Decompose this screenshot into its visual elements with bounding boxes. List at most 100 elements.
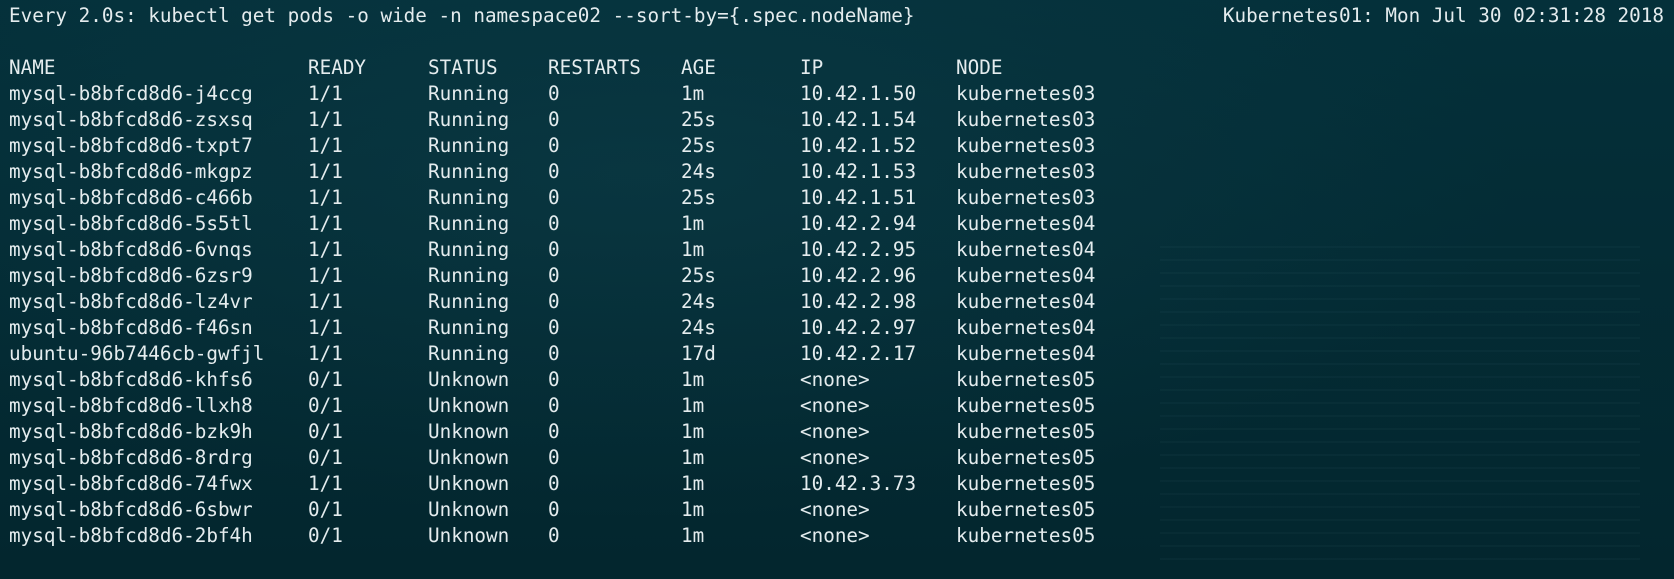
pod-status: Unknown (428, 498, 510, 521)
pod-node: kubernetes05 (956, 394, 1096, 417)
pod-name: mysql-b8bfcd8d6-bzk9h (9, 420, 253, 443)
pod-node: kubernetes03 (956, 186, 1096, 209)
pod-age: 24s (681, 290, 716, 313)
pod-age: 24s (681, 316, 716, 339)
pod-age: 24s (681, 160, 716, 183)
pod-restarts: 0 (548, 472, 560, 495)
pod-status: Running (428, 160, 510, 183)
pod-ready: 0/1 (308, 368, 343, 391)
pod-name: mysql-b8bfcd8d6-mkgpz (9, 160, 253, 183)
pod-ip: <none> (800, 446, 870, 469)
pod-status: Running (428, 316, 510, 339)
pod-restarts: 0 (548, 108, 560, 131)
pod-age: 25s (681, 264, 716, 287)
pod-status: Unknown (428, 420, 510, 443)
pod-restarts: 0 (548, 446, 560, 469)
pod-status: Running (428, 134, 510, 157)
pod-node: kubernetes03 (956, 82, 1096, 105)
pod-ip: 10.42.3.73 (800, 472, 917, 495)
pod-status: Unknown (428, 524, 510, 547)
pod-status: Running (428, 212, 510, 235)
watch-header: Every 2.0s: kubectl get pods -o wide -n … (9, 3, 1664, 29)
pod-restarts: 0 (548, 316, 560, 339)
pod-restarts: 0 (548, 368, 560, 391)
pod-ready: 1/1 (308, 264, 343, 287)
pod-name: mysql-b8bfcd8d6-zsxsq (9, 108, 253, 131)
pod-restarts: 0 (548, 134, 560, 157)
pod-node: kubernetes05 (956, 472, 1096, 495)
pod-restarts: 0 (548, 524, 560, 547)
table-row: mysql-b8bfcd8d6-bzk9h 0/1 Unknown 0 1m <none>… (9, 419, 1095, 445)
table-row: mysql-b8bfcd8d6-5s5tl 1/1 Running 0 1m 10.42.… (9, 211, 1095, 237)
pod-ready: 1/1 (308, 108, 343, 131)
pod-ready: 0/1 (308, 524, 343, 547)
host-timestamp: Kubernetes01: Mon Jul 30 02:31:28 2018 (1222, 4, 1664, 27)
pod-age: 1m (681, 498, 705, 521)
pod-age: 25s (681, 108, 716, 131)
table-row: mysql-b8bfcd8d6-8rdrg 0/1 Unknown 0 1m <none>… (9, 445, 1095, 471)
pod-status: Running (428, 342, 510, 365)
pod-restarts: 0 (548, 82, 560, 105)
pod-status: Unknown (428, 368, 510, 391)
pod-name: mysql-b8bfcd8d6-6zsr9 (9, 264, 253, 287)
pod-status: Running (428, 264, 510, 287)
pod-name: mysql-b8bfcd8d6-8rdrg (9, 446, 253, 469)
pod-name: mysql-b8bfcd8d6-txpt7 (9, 134, 253, 157)
pod-age: 1m (681, 368, 705, 391)
pod-restarts: 0 (548, 498, 560, 521)
pod-node: kubernetes04 (956, 290, 1096, 313)
pod-name: mysql-b8bfcd8d6-c466b (9, 186, 253, 209)
pod-node: kubernetes04 (956, 264, 1096, 287)
table-row: mysql-b8bfcd8d6-mkgpz 1/1 Running 0 24s 10.42… (9, 159, 1095, 185)
pod-name: mysql-b8bfcd8d6-khfs6 (9, 368, 253, 391)
pod-ip: 10.42.1.50 (800, 82, 917, 105)
pod-ip: <none> (800, 394, 870, 417)
pods-table: NAME READY STATUS RESTARTS AGE IP NODE m… (9, 55, 1095, 549)
background-watermark (1160, 240, 1640, 560)
pod-age: 1m (681, 238, 705, 261)
table-row: mysql-b8bfcd8d6-6vnqs 1/1 Running 0 1m 10.42.… (9, 237, 1095, 263)
terminal-window[interactable]: Every 2.0s: kubectl get pods -o wide -n … (0, 0, 1674, 579)
table-row: mysql-b8bfcd8d6-74fwx 1/1 Unknown 0 1m 10.42.… (9, 471, 1095, 497)
pod-status: Unknown (428, 446, 510, 469)
pod-ready: 1/1 (308, 212, 343, 235)
pod-ip: 10.42.2.95 (800, 238, 917, 261)
table-row: mysql-b8bfcd8d6-lz4vr 1/1 Running 0 24s 10.42… (9, 289, 1095, 315)
table-row: mysql-b8bfcd8d6-6sbwr 0/1 Unknown 0 1m <none>… (9, 497, 1095, 523)
pod-restarts: 0 (548, 186, 560, 209)
pod-status: Running (428, 290, 510, 313)
column-header-status: STATUS (428, 56, 498, 79)
pod-name: mysql-b8bfcd8d6-6vnqs (9, 238, 253, 261)
pod-ready: 1/1 (308, 134, 343, 157)
pod-node: kubernetes05 (956, 524, 1096, 547)
pod-age: 25s (681, 186, 716, 209)
column-header-restarts: RESTARTS (548, 56, 641, 79)
pod-ip: 10.42.1.51 (800, 186, 917, 209)
pod-ready: 1/1 (308, 316, 343, 339)
pod-restarts: 0 (548, 212, 560, 235)
table-row: mysql-b8bfcd8d6-j4ccg 1/1 Running 0 1m 10.42.… (9, 81, 1095, 107)
pod-ready: 1/1 (308, 342, 343, 365)
pod-restarts: 0 (548, 238, 560, 261)
pod-node: kubernetes04 (956, 342, 1096, 365)
column-header-age: AGE (681, 56, 716, 79)
pod-name: mysql-b8bfcd8d6-5s5tl (9, 212, 253, 235)
table-row: mysql-b8bfcd8d6-llxh8 0/1 Unknown 0 1m <none>… (9, 393, 1095, 419)
pod-node: kubernetes04 (956, 238, 1096, 261)
pod-age: 1m (681, 82, 705, 105)
pod-age: 1m (681, 420, 705, 443)
pod-age: 1m (681, 394, 705, 417)
table-header-row: NAME READY STATUS RESTARTS AGE IP NODE (9, 55, 1002, 81)
pod-ip: 10.42.1.52 (800, 134, 917, 157)
table-row: mysql-b8bfcd8d6-f46sn 1/1 Running 0 24s 10.42… (9, 315, 1095, 341)
pod-status: Unknown (428, 394, 510, 417)
pod-node: kubernetes04 (956, 212, 1096, 235)
column-header-ready: READY (308, 56, 367, 79)
pod-ready: 0/1 (308, 420, 343, 443)
watch-command: Every 2.0s: kubectl get pods -o wide -n … (9, 4, 915, 27)
pod-ready: 1/1 (308, 82, 343, 105)
pod-ready: 0/1 (308, 446, 343, 469)
pod-age: 1m (681, 212, 705, 235)
column-header-node: NODE (956, 56, 1003, 79)
pod-node: kubernetes05 (956, 498, 1096, 521)
